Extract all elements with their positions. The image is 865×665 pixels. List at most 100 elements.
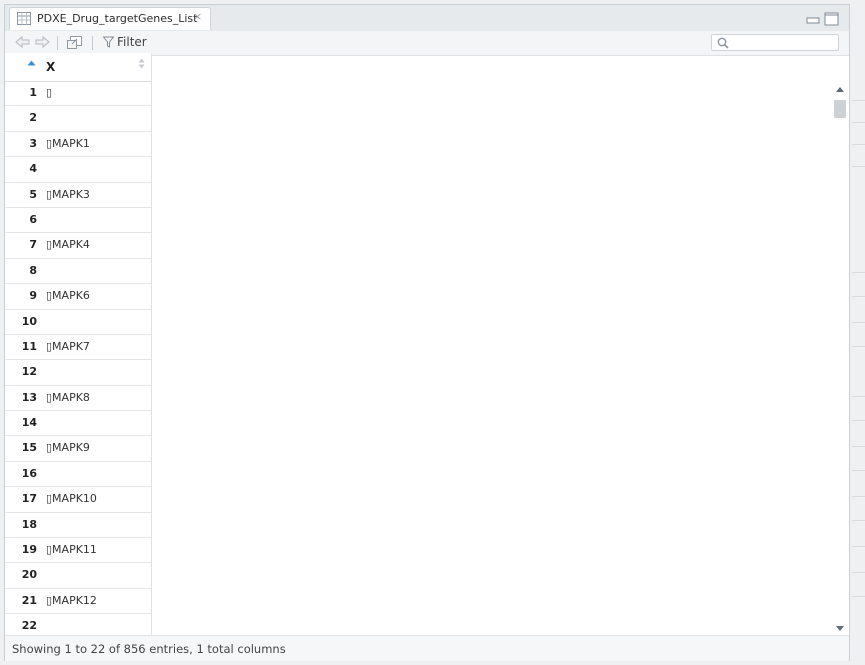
filter-label: Filter: [117, 35, 147, 49]
scroll-up-arrow-icon[interactable]: [836, 87, 844, 92]
table-cell[interactable]: ▯MAPK4: [46, 238, 90, 251]
background-divider: [852, 446, 865, 447]
maximize-icon[interactable]: [824, 11, 840, 27]
row-number: 6: [29, 212, 37, 226]
table-row: 18: [5, 513, 151, 539]
forward-arrow-icon[interactable]: [34, 35, 50, 49]
background-divider: [852, 346, 865, 347]
background-divider: [852, 396, 865, 397]
scrollbar-thumb[interactable]: [834, 100, 846, 118]
table-cell[interactable]: ▯MAPK11: [46, 543, 97, 556]
background-divider: [852, 496, 865, 497]
background-divider: [852, 122, 865, 123]
close-icon[interactable]: ×: [193, 10, 202, 23]
row-number: 14: [21, 416, 37, 430]
row-number: 8: [29, 263, 37, 277]
background-divider: [852, 572, 865, 573]
background-divider: [852, 296, 865, 297]
toolbar-divider: [57, 36, 58, 50]
background-divider: [852, 322, 865, 323]
table-icon: [17, 12, 31, 25]
table-cell[interactable]: ▯MAPK6: [46, 289, 90, 302]
status-bar: Showing 1 to 22 of 856 entries, 1 total …: [5, 635, 849, 661]
column-header-x[interactable]: X: [46, 60, 55, 74]
tab-pdxe-drug-targetgenes-list[interactable]: PDXE_Drug_targetGenes_List ×: [9, 7, 211, 30]
row-number: 20: [21, 568, 37, 582]
table-row: 20: [5, 563, 151, 589]
sort-ascending-icon[interactable]: [27, 60, 36, 66]
table-cell[interactable]: ▯MAPK10: [46, 492, 97, 505]
tab-bar: PDXE_Drug_targetGenes_List ×: [5, 5, 849, 32]
table-row: 10: [5, 310, 151, 335]
row-number: 19: [21, 543, 37, 557]
table-cell[interactable]: ▯MAPK8: [46, 391, 90, 404]
table-cell[interactable]: ▯MAPK3: [46, 188, 90, 201]
table-row: 15 ▯MAPK9: [5, 436, 151, 462]
row-number: 7: [29, 238, 37, 252]
row-number: 13: [21, 390, 37, 404]
row-number: 2: [29, 111, 37, 125]
row-number: 10: [21, 314, 37, 328]
table-row: 7 ▯MAPK4: [5, 233, 151, 259]
entries-summary: Showing 1 to 22 of 856 entries, 1 total …: [12, 642, 286, 656]
background-divider: [852, 272, 865, 273]
row-number: 21: [21, 593, 37, 607]
table-cell[interactable]: ▯MAPK1: [46, 137, 90, 150]
row-number: 15: [21, 441, 37, 455]
row-number: 16: [21, 466, 37, 480]
toolbar-divider: [92, 36, 93, 50]
background-divider: [852, 546, 865, 547]
table-row: 16: [5, 462, 151, 488]
table-row: 22: [5, 614, 151, 635]
row-number: 18: [21, 517, 37, 531]
table-cell[interactable]: ▯MAPK9: [46, 441, 90, 454]
search-icon: [717, 37, 729, 49]
search-input[interactable]: [711, 34, 839, 51]
row-number: 1: [29, 86, 37, 99]
table-row: 14: [5, 411, 151, 437]
row-number: 9: [29, 289, 37, 303]
tab-title: PDXE_Drug_targetGenes_List: [37, 12, 198, 25]
scroll-down-arrow-icon[interactable]: [836, 626, 844, 631]
back-arrow-icon[interactable]: [15, 35, 31, 49]
table-row: 9 ▯MAPK6: [5, 284, 151, 310]
table-row: 8: [5, 259, 151, 285]
row-number: 17: [21, 492, 37, 506]
background-divider: [852, 520, 865, 521]
row-number: 11: [21, 339, 37, 353]
background-divider: [852, 100, 865, 101]
minimize-icon[interactable]: [806, 11, 820, 25]
background-divider: [852, 166, 865, 167]
row-number: 12: [21, 365, 37, 379]
filter-button[interactable]: Filter: [102, 35, 147, 49]
table-row: 2: [5, 106, 151, 132]
column-header-row: X: [5, 53, 151, 82]
background-divider: [852, 596, 865, 597]
popout-icon[interactable]: [66, 35, 84, 50]
row-number: 5: [29, 187, 37, 201]
background-divider: [852, 470, 865, 471]
table-cell[interactable]: ▯MAPK12: [46, 594, 97, 607]
background-divider: [852, 420, 865, 421]
table-row: 21 ▯MAPK12: [5, 589, 151, 615]
table-cell[interactable]: ▯MAPK7: [46, 340, 90, 353]
row-number: 22: [21, 619, 37, 633]
table-row: 19 ▯MAPK11: [5, 538, 151, 564]
table-row: 13 ▯MAPK8: [5, 386, 151, 412]
table-row: 1 ▯: [5, 81, 151, 107]
row-number: 3: [29, 136, 37, 150]
table-row: 17 ▯MAPK10: [5, 487, 151, 513]
filter-icon: [102, 36, 115, 48]
background-divider: [852, 144, 865, 145]
table-row: 4: [5, 157, 151, 183]
data-viewer-pane: PDXE_Drug_targetGenes_List × Filter X 1 …: [4, 4, 850, 661]
vertical-scrollbar[interactable]: [833, 83, 847, 635]
table-row: 5 ▯MAPK3: [5, 183, 151, 208]
table-row: 11 ▯MAPK7: [5, 335, 151, 361]
table-row: 12: [5, 360, 151, 386]
table-row: 6: [5, 208, 151, 234]
row-number: 4: [29, 162, 37, 176]
table-cell[interactable]: ▯: [46, 86, 52, 99]
sort-both-icon[interactable]: [138, 58, 145, 69]
table-row: 3 ▯MAPK1: [5, 132, 151, 158]
